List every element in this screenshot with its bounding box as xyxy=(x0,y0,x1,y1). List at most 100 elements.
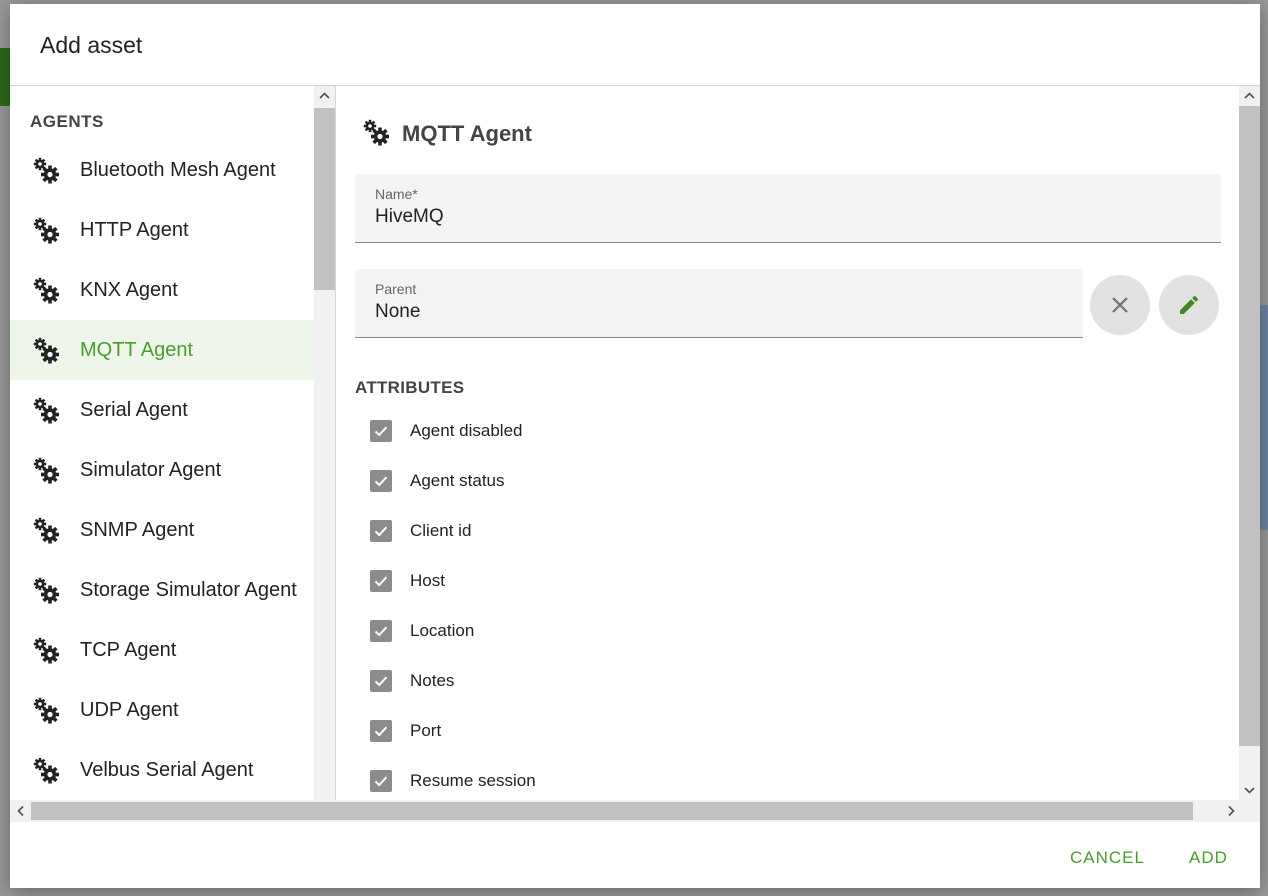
left-scrollbar[interactable] xyxy=(314,86,335,800)
name-field-label: Name* xyxy=(375,186,418,202)
gears-icon xyxy=(33,457,59,484)
attribute-checkbox[interactable] xyxy=(370,470,392,492)
agent-type-label: Serial Agent xyxy=(80,399,188,421)
add-asset-dialog: Add asset AGENTS Bluetooth Mesh Agent HTT… xyxy=(10,4,1260,888)
attribute-label: Agent disabled xyxy=(410,421,523,440)
agent-type-label: SNMP Agent xyxy=(80,519,195,541)
gears-icon xyxy=(33,757,59,784)
attribute-checkbox[interactable] xyxy=(370,620,392,642)
horizontal-scrollbar[interactable] xyxy=(10,800,1260,822)
dialog-title: Add asset xyxy=(40,32,143,58)
agent-type-item[interactable]: Bluetooth Mesh Agent xyxy=(10,140,314,200)
right-scrollbar-thumb[interactable] xyxy=(1239,106,1260,746)
agent-type-item[interactable]: Storage Simulator Agent xyxy=(10,560,314,620)
attribute-checkbox[interactable] xyxy=(370,520,392,542)
attribute-row: Agent disabled xyxy=(368,406,868,456)
right-scrollbar[interactable] xyxy=(1239,86,1260,800)
agent-type-item[interactable]: UDP Agent xyxy=(10,680,314,740)
attribute-checkbox[interactable] xyxy=(370,570,392,592)
agent-type-label: Storage Simulator Agent xyxy=(80,579,297,601)
name-field[interactable]: Name* HiveMQ xyxy=(355,174,1221,243)
agent-type-item[interactable]: SNMP Agent xyxy=(10,500,314,560)
agent-type-item[interactable]: HTTP Agent xyxy=(10,200,314,260)
agents-heading: AGENTS xyxy=(30,112,104,131)
agent-type-label: TCP Agent xyxy=(80,639,177,661)
check-icon xyxy=(374,676,388,687)
check-icon xyxy=(374,776,388,787)
attribute-row: Location xyxy=(368,606,868,656)
scroll-right-icon[interactable] xyxy=(1223,803,1239,819)
agent-type-label: Simulator Agent xyxy=(80,459,222,481)
agent-type-item[interactable]: Serial Agent xyxy=(10,380,314,440)
attribute-row: Host xyxy=(368,556,868,606)
attribute-row: Agent status xyxy=(368,456,868,506)
attribute-label: Port xyxy=(410,721,442,740)
gears-icon xyxy=(33,337,59,364)
attribute-checkbox[interactable] xyxy=(370,670,392,692)
attribute-label: Agent status xyxy=(410,471,505,490)
attribute-row: Notes xyxy=(368,656,868,706)
agent-type-item[interactable]: MQTT Agent xyxy=(10,320,314,380)
agent-type-list: Bluetooth Mesh Agent HTTP Agent KNX Agent M… xyxy=(10,140,314,800)
dialog-content: AGENTS Bluetooth Mesh Agent HTTP Agent KNX… xyxy=(10,86,1260,800)
clear-parent-button[interactable] xyxy=(1090,275,1150,335)
parent-field[interactable]: Parent None xyxy=(355,269,1083,338)
parent-field-label: Parent xyxy=(375,281,417,297)
gears-icon xyxy=(33,217,59,244)
gears-icon xyxy=(33,277,59,304)
agent-type-label: MQTT Agent xyxy=(80,339,194,361)
gears-icon xyxy=(33,397,59,424)
dialog-header: Add asset xyxy=(10,4,1260,86)
agent-type-item[interactable]: TCP Agent xyxy=(10,620,314,680)
asset-detail-pane: MQTT Agent Name* HiveMQ Parent None ATTR… xyxy=(336,86,1239,800)
agent-type-label: UDP Agent xyxy=(80,699,179,721)
scroll-down-icon[interactable] xyxy=(1239,780,1260,800)
scroll-up-icon[interactable] xyxy=(314,86,335,106)
gears-icon xyxy=(33,157,59,184)
attribute-row: Resume session xyxy=(368,756,868,800)
agent-type-item[interactable]: KNX Agent xyxy=(10,260,314,320)
attribute-label: Host xyxy=(410,571,445,590)
check-icon xyxy=(374,576,388,587)
attribute-label: Resume session xyxy=(410,771,536,790)
attribute-label: Notes xyxy=(410,671,455,690)
name-field-value[interactable]: HiveMQ xyxy=(375,206,444,228)
check-icon xyxy=(374,476,388,487)
attribute-label: Client id xyxy=(410,521,472,540)
agent-type-list-pane: AGENTS Bluetooth Mesh Agent HTTP Agent KNX… xyxy=(10,86,314,800)
select-parent-button[interactable] xyxy=(1159,275,1219,335)
gears-icon xyxy=(33,577,59,604)
attribute-checkbox[interactable] xyxy=(370,770,392,792)
parent-field-value[interactable]: None xyxy=(375,301,420,323)
agent-type-item[interactable]: Simulator Agent xyxy=(10,440,314,500)
pencil-icon xyxy=(1180,295,1199,314)
left-scrollbar-thumb[interactable] xyxy=(314,108,335,290)
attribute-checkbox[interactable] xyxy=(370,720,392,742)
agent-type-label: Velbus Serial Agent xyxy=(80,759,254,781)
asset-type-title: MQTT Agent xyxy=(402,121,532,146)
agent-type-item[interactable]: Velbus Serial Agent xyxy=(10,740,314,800)
attributes-heading: ATTRIBUTES xyxy=(355,378,465,397)
scroll-left-icon[interactable] xyxy=(13,803,29,819)
attributes-list: Agent disabled Agent status Client id Host L… xyxy=(368,406,868,800)
check-icon xyxy=(374,626,388,637)
horizontal-scrollbar-thumb[interactable] xyxy=(31,802,1193,820)
check-icon xyxy=(374,526,388,537)
check-icon xyxy=(374,426,388,437)
dialog-footer: CANCEL ADD xyxy=(10,822,1260,888)
add-button[interactable]: ADD xyxy=(1189,848,1228,868)
agent-type-label: KNX Agent xyxy=(80,279,178,301)
attribute-row: Port xyxy=(368,706,868,756)
agent-type-label: Bluetooth Mesh Agent xyxy=(80,159,276,181)
gears-icon xyxy=(33,697,59,724)
background-map-edge xyxy=(1260,305,1268,530)
attribute-checkbox[interactable] xyxy=(370,420,392,442)
attribute-label: Location xyxy=(410,621,475,640)
gears-icon xyxy=(33,637,59,664)
gears-icon xyxy=(363,119,389,146)
cancel-button[interactable]: CANCEL xyxy=(1070,848,1145,868)
scroll-up-icon[interactable] xyxy=(1239,86,1260,106)
agent-type-label: HTTP Agent xyxy=(80,219,189,241)
gears-icon xyxy=(33,517,59,544)
check-icon xyxy=(374,726,388,737)
